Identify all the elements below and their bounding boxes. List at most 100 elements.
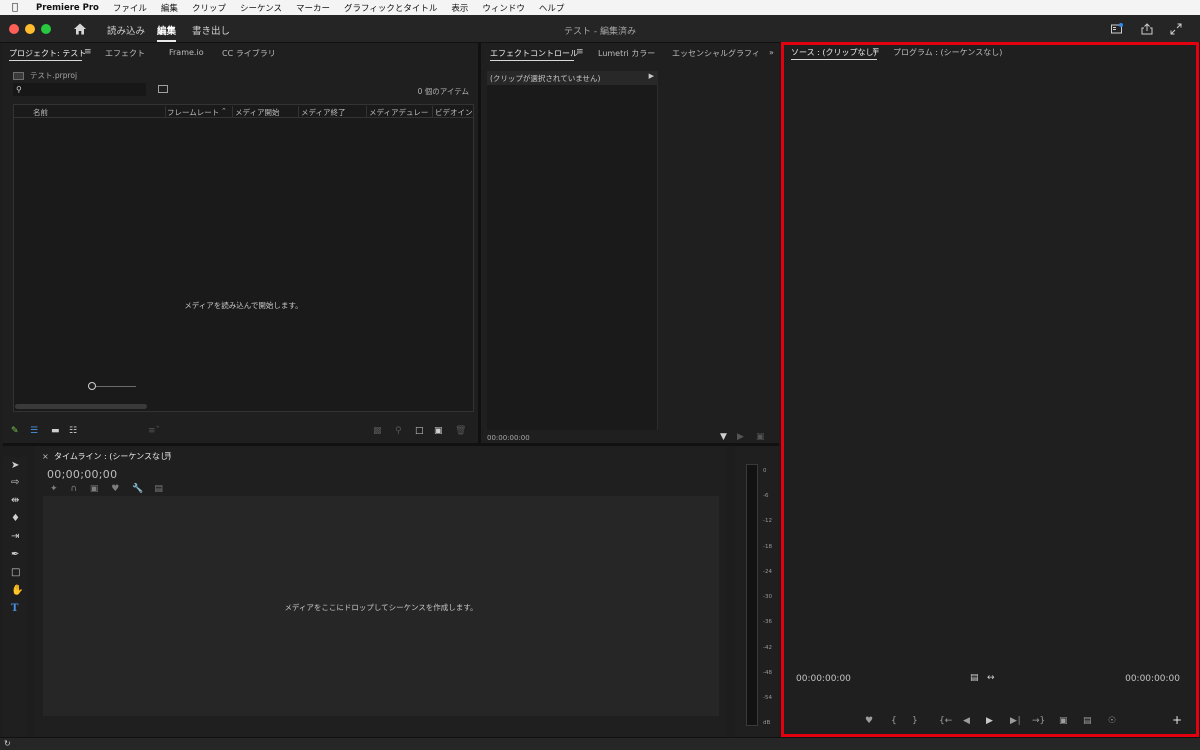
find-icon[interactable]: ⚲ [395,426,402,436]
selection-tool-icon[interactable]: ➤ [11,460,19,471]
captions-icon[interactable]: ▤ [154,484,163,494]
source-playhead-timecode[interactable]: 00:00:00:00 [796,674,851,684]
hand-tool-icon[interactable]: ✋ [11,585,23,596]
timeline-toolbar: ✦ ∩ ▣ ♥ 🔧 ▤ [50,484,163,494]
expand-timeline-icon[interactable]: ▶ [649,72,654,80]
share-icon[interactable] [1141,23,1153,35]
panel-menu-icon[interactable]: ≡ [164,450,172,460]
tab-essential-graphics[interactable]: エッセンシャルグラフィ [672,48,760,59]
linked-selection-icon[interactable]: ▣ [90,484,99,494]
column-media-end[interactable]: メディア終了 [301,107,345,118]
razor-tool-icon[interactable]: ♦ [11,513,20,524]
step-back-icon[interactable]: ◀ [963,716,970,726]
icon-view-icon[interactable]: ▬ [51,426,60,436]
add-marker-icon[interactable]: ♥ [865,716,873,726]
horizontal-scrollbar[interactable] [15,404,147,409]
timeline-drop-area[interactable]: メディアをここにドロップしてシーケンスを作成します。 [43,496,719,716]
menu-window[interactable]: ウィンドウ [482,2,525,14]
pencil-icon[interactable]: ✎ [11,426,19,436]
button-editor-add-icon[interactable]: + [1172,713,1182,727]
panel-menu-icon[interactable]: ≡ [872,46,880,56]
settings-wrench-icon[interactable]: 🔧 [132,484,143,494]
app-menu[interactable]: Premiere Pro [36,3,99,13]
tab-frameio[interactable]: Frame.io [169,48,204,57]
panel-menu-icon[interactable]: ≡ [576,47,584,57]
effect-controls-timecode[interactable]: 00:00:00:00 [487,434,530,442]
tab-source[interactable]: ソース : (クリップなし) [791,47,877,58]
more-panels-icon[interactable]: » [769,48,774,57]
tab-program[interactable]: プログラム : (シーケンスなし) [893,47,1002,58]
meter-label: -18 [763,544,772,550]
export-frame-icon[interactable]: ▣ [756,432,765,442]
zoom-slider-knob[interactable] [88,382,96,390]
snap-icon[interactable]: ∩ [70,484,77,494]
mark-in-icon[interactable]: { [891,716,897,726]
new-bin-icon[interactable]: □ [415,426,424,436]
timeline-close-icon[interactable]: × [42,452,49,461]
menu-graphics[interactable]: グラフィックとタイトル [344,2,437,14]
column-video-in[interactable]: ビデオイン [435,107,473,118]
column-media-duration[interactable]: メディアデュレー [369,107,428,118]
step-forward-icon[interactable]: ▶∣ [1010,716,1021,726]
new-search-bin-icon[interactable] [158,85,168,93]
column-name[interactable]: 名前 [33,107,48,118]
tab-timeline[interactable]: タイムライン : (シーケンスなし) [54,451,171,462]
type-tool-icon[interactable]: T [11,603,18,614]
menu-clip[interactable]: クリップ [192,2,226,14]
meter-label: -24 [763,569,772,575]
column-media-start[interactable]: メディア開始 [235,107,279,118]
add-marker-icon[interactable]: ♥ [111,484,119,494]
menu-sequence[interactable]: シーケンス [240,2,282,14]
audio-meter-bar [746,464,758,726]
zoom-slider[interactable] [92,386,136,387]
menu-help[interactable]: ヘルプ [539,2,565,14]
filter-icon[interactable]: ▼ [720,432,727,442]
drag-video-audio-icon[interactable]: ↔ [987,673,995,683]
mark-out-icon[interactable]: } [912,716,918,726]
play-icon[interactable]: ▶ [986,716,993,726]
column-frame-rate[interactable]: フレームレート [167,107,219,118]
new-item-icon[interactable]: ▣ [434,426,443,436]
menu-marker[interactable]: マーカー [296,2,330,14]
list-view-icon[interactable]: ☰ [30,426,38,436]
pen-tool-icon[interactable]: ✒ [11,549,19,560]
menu-view[interactable]: 表示 [451,2,468,14]
timeline-timecode[interactable]: 00;00;00;00 [47,468,117,481]
nest-icon[interactable]: ✦ [50,484,58,494]
panel-menu-icon[interactable]: ≡ [84,47,92,57]
tab-effects[interactable]: エフェクト [105,48,145,59]
search-input[interactable]: ⚲ [13,83,146,96]
tab-effect-controls[interactable]: エフェクトコントロール [490,48,578,59]
safe-margins-icon[interactable]: ▤ [970,673,979,683]
rectangle-tool-icon[interactable]: □ [11,567,20,578]
go-to-in-icon[interactable]: {← [939,716,952,726]
project-file-name: テスト.prproj [30,71,78,80]
project-file-row: テスト.prproj [13,70,77,81]
title-bar: 読み込み 編集 書き出し テスト - 編集済み [0,15,1200,43]
insert-icon[interactable]: ▣ [1059,716,1068,726]
trash-icon[interactable]: 🗑 [455,426,466,436]
play-audio-icon[interactable]: ▶ [737,432,744,442]
cc-sync-icon[interactable]: ↻ [4,739,11,748]
freeform-view-icon[interactable]: ☷ [69,426,77,436]
menu-file[interactable]: ファイル [113,2,147,14]
ripple-edit-tool-icon[interactable]: ⇹ [11,495,19,506]
track-select-tool-icon[interactable]: ⇨ [11,477,19,488]
fullscreen-icon[interactable] [1170,23,1182,35]
automate-to-sequence-icon[interactable]: ▩ [373,426,382,436]
sort-ascending-icon[interactable]: ⌃ [221,107,227,115]
sort-icons-icon[interactable]: ≡ˇ [148,426,160,436]
quick-export-icon[interactable] [1111,23,1123,35]
tab-cc-libraries[interactable]: CC ライブラリ [222,48,276,59]
export-frame-icon[interactable]: ☉ [1108,716,1116,726]
menu-edit[interactable]: 編集 [161,2,178,14]
search-icon: ⚲ [16,85,22,94]
slip-tool-icon[interactable]: ⇥ [11,531,19,542]
go-to-out-icon[interactable]: →} [1032,716,1045,726]
table-header: 名前 フレームレート ⌃ メディア開始 メディア終了 メディアデュレー ビデオイ… [14,105,473,118]
overwrite-icon[interactable]: ▤ [1083,716,1092,726]
tab-project[interactable]: プロジェクト: テスト [9,48,86,59]
tab-lumetri-color[interactable]: Lumetri カラー [598,48,655,59]
apple-icon[interactable]:  [12,2,24,13]
project-table[interactable]: 名前 フレームレート ⌃ メディア開始 メディア終了 メディアデュレー ビデオイ… [13,104,474,412]
